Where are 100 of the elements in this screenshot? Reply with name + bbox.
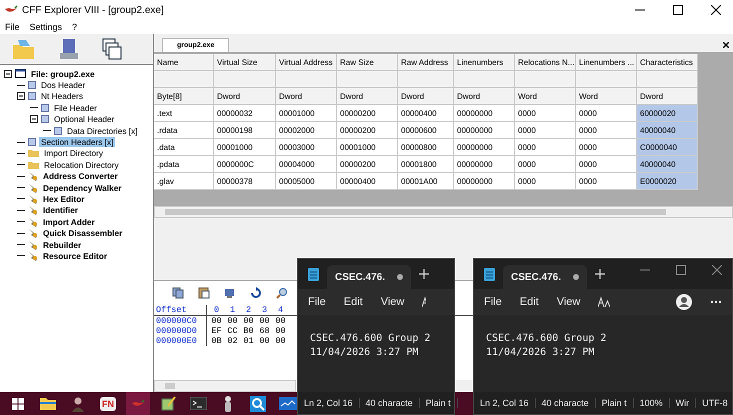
menu-item[interactable]: View: [556, 296, 580, 308]
byte-cell[interactable]: 00: [274, 316, 287, 326]
table-cell[interactable]: 0000: [515, 173, 576, 190]
table-cell[interactable]: 00001000: [276, 105, 337, 122]
menu-item[interactable]: Edit: [344, 296, 363, 308]
menu-item[interactable]: File: [308, 296, 326, 308]
tree-item[interactable]: Hex Editor: [41, 194, 86, 204]
document-tab[interactable]: CSEC.476.: [327, 265, 412, 289]
table-cell[interactable]: 00002000: [276, 122, 337, 139]
table-cell[interactable]: 00000200: [337, 156, 398, 173]
plus-icon[interactable]: [595, 269, 606, 279]
byte-cell[interactable]: 00: [210, 316, 223, 326]
more-icon[interactable]: [710, 300, 722, 304]
table-cell[interactable]: 0000: [515, 105, 576, 122]
table-cell[interactable]: 00000000: [454, 156, 515, 173]
byte-cell[interactable]: 00: [258, 316, 271, 326]
tree-item[interactable]: File Header: [52, 102, 99, 113]
table-cell[interactable]: .text: [154, 105, 214, 122]
byte-cell[interactable]: 00: [274, 336, 287, 346]
notepad-pen-icon[interactable]: [160, 396, 176, 411]
table-cell[interactable]: 00000378: [214, 173, 276, 190]
table-cell[interactable]: .pdata: [154, 156, 214, 173]
table-cell[interactable]: 00000000: [454, 139, 515, 156]
font-size-icon[interactable]: [598, 296, 610, 308]
table-cell[interactable]: 0000: [515, 122, 576, 139]
menu-item[interactable]: Settings: [30, 22, 62, 32]
tree-item[interactable]: Resource Editor: [41, 250, 110, 261]
terminal-icon[interactable]: [190, 397, 206, 410]
figure-icon[interactable]: [223, 396, 233, 412]
account-avatar-icon[interactable]: [676, 294, 692, 310]
column-header[interactable]: Linenumbers ...: [576, 54, 637, 71]
document-tab[interactable]: CSEC.476.: [503, 265, 588, 289]
table-cell[interactable]: 00000000: [454, 122, 515, 139]
refresh-icon[interactable]: [250, 287, 262, 299]
byte-cell[interactable]: B0: [242, 326, 255, 336]
magnifier-icon[interactable]: [250, 396, 266, 412]
menu-item[interactable]: File: [5, 22, 20, 32]
collapse-icon[interactable]: [4, 70, 12, 78]
windows-stack-icon[interactable]: [102, 38, 122, 60]
horizontal-scrollbar[interactable]: [154, 206, 733, 218]
table-cell[interactable]: 0000: [515, 139, 576, 156]
table-cell[interactable]: 0000000C: [214, 156, 276, 173]
byte-cell[interactable]: 00: [226, 316, 239, 326]
byte-cell[interactable]: EF: [210, 326, 223, 336]
byte-cell[interactable]: 00: [274, 326, 287, 336]
font-size-icon[interactable]: [422, 296, 426, 308]
byte-cell[interactable]: CC: [226, 326, 239, 336]
tree-item[interactable]: Address Converter: [41, 171, 120, 182]
table-cell[interactable]: 00003000: [276, 139, 337, 156]
tree-item[interactable]: File: group2.exe: [29, 68, 97, 79]
monitor-icon[interactable]: [279, 397, 297, 410]
table-cell[interactable]: 00000032: [214, 105, 276, 122]
menu-item[interactable]: Edit: [520, 296, 539, 308]
tree-item[interactable]: Nt Headers: [39, 91, 85, 102]
collapse-icon[interactable]: [30, 115, 38, 124]
table-cell[interactable]: E0000020: [637, 173, 698, 190]
maximize-icon[interactable]: [673, 5, 683, 15]
menu-item[interactable]: ?: [72, 22, 78, 32]
menu-item[interactable]: View: [380, 296, 404, 308]
table-cell[interactable]: 00001000: [337, 139, 398, 156]
column-header[interactable]: Raw Address: [398, 54, 454, 71]
tree-item[interactable]: Import Directory: [42, 148, 106, 158]
table-cell[interactable]: 0000: [576, 105, 637, 122]
save-disk-icon[interactable]: [58, 38, 80, 60]
tree-item[interactable]: Identifier: [41, 205, 80, 216]
tree-item[interactable]: Section Headers [x]: [39, 137, 116, 148]
table-cell[interactable]: 0000: [576, 173, 637, 190]
windows-logo-icon[interactable]: [12, 398, 24, 410]
column-header[interactable]: Linenumbers: [454, 54, 515, 71]
column-header[interactable]: Characteristics: [637, 54, 698, 71]
table-cell[interactable]: 0000: [576, 122, 637, 139]
column-header[interactable]: Virtual Address: [276, 54, 337, 71]
menu-item[interactable]: File: [484, 296, 502, 308]
byte-cell[interactable]: 00: [242, 316, 255, 326]
horizontal-scrollbar[interactable]: [154, 380, 296, 392]
search-icon[interactable]: [276, 287, 288, 299]
table-cell[interactable]: C0000040: [637, 139, 698, 156]
clipboard-icon[interactable]: [198, 287, 210, 299]
byte-cell[interactable]: 01: [242, 336, 255, 346]
byte-cell[interactable]: 02: [226, 336, 239, 346]
byte-cell[interactable]: 0B: [210, 336, 223, 346]
table-cell[interactable]: 00000198: [214, 122, 276, 139]
collapse-icon[interactable]: [17, 92, 25, 100]
folder-icon[interactable]: [40, 397, 56, 410]
close-icon[interactable]: [723, 42, 729, 48]
close-icon[interactable]: [711, 5, 721, 15]
copy-icon[interactable]: [172, 287, 184, 299]
plus-icon[interactable]: [419, 269, 430, 279]
table-cell[interactable]: 00001800: [398, 156, 454, 173]
table-cell[interactable]: 00000200: [337, 122, 398, 139]
table-cell[interactable]: .glav: [154, 173, 214, 190]
table-cell[interactable]: 00001000: [214, 139, 276, 156]
tree-item[interactable]: Optional Header: [52, 114, 116, 124]
column-header[interactable]: Virtual Size: [214, 54, 276, 71]
table-cell[interactable]: 00004000: [276, 156, 337, 173]
table-cell[interactable]: 0000: [515, 156, 576, 173]
tree-item[interactable]: Quick Disassembler: [41, 228, 124, 238]
table-cell[interactable]: 00001A00: [398, 173, 454, 190]
table-cell[interactable]: 00000400: [337, 173, 398, 190]
tree-item[interactable]: Dependency Walker: [41, 182, 124, 193]
